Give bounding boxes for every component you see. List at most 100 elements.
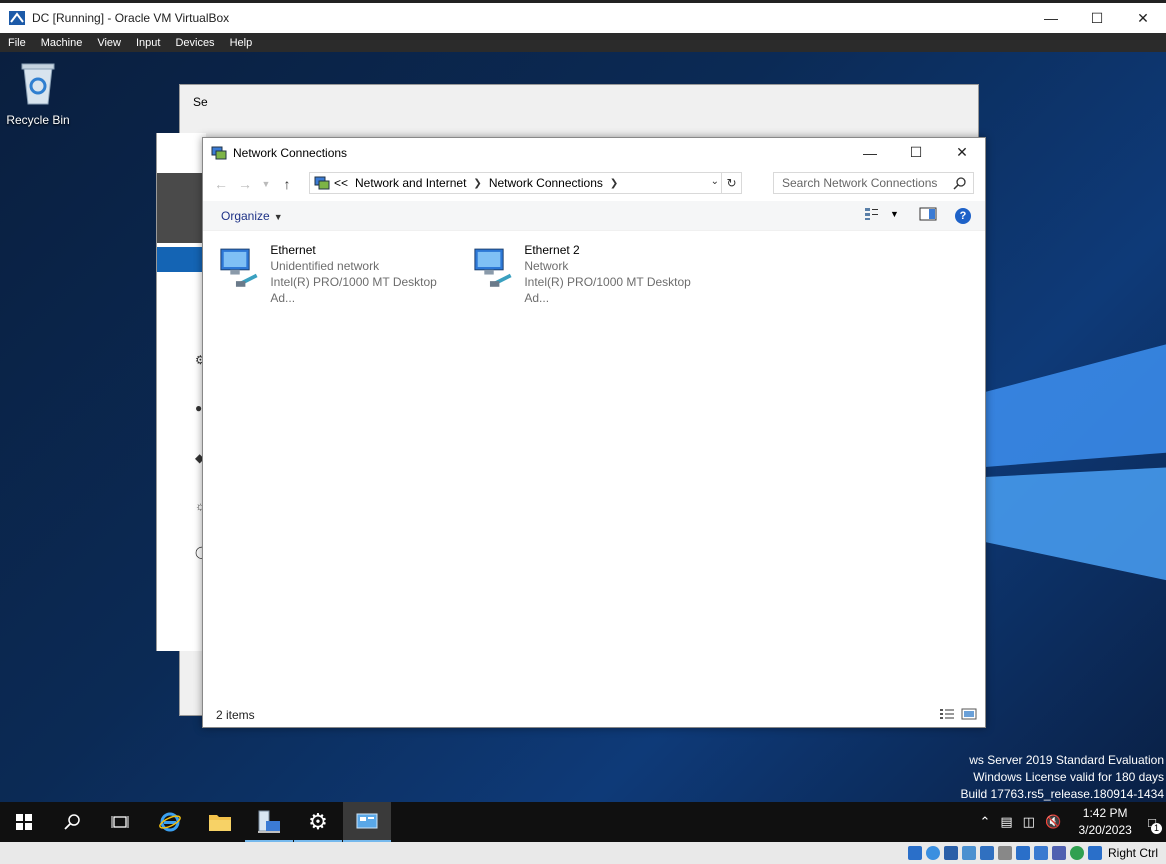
organize-caret-icon: ▼: [273, 211, 283, 222]
menu-devices[interactable]: Devices: [167, 37, 221, 49]
address-bar[interactable]: << Network and Internet ❯ Network Connec…: [309, 172, 742, 194]
virtualbox-status-bar: Right Ctrl: [0, 842, 1166, 864]
view-dropdown-icon[interactable]: ▼: [890, 209, 899, 219]
menu-file[interactable]: File: [0, 37, 33, 49]
preview-pane-button[interactable]: [919, 207, 937, 221]
host-maximize-button[interactable]: ☐: [1074, 3, 1120, 33]
notification-badge: 1: [1151, 822, 1162, 834]
recent-locations-chevron-icon[interactable]: ▼: [257, 179, 275, 189]
internet-explorer-icon: [159, 812, 181, 832]
network-adapter-icon: [474, 248, 512, 287]
forward-arrow-icon[interactable]: →: [233, 176, 257, 192]
start-button[interactable]: [0, 802, 48, 842]
maximize-button[interactable]: ☐: [893, 138, 939, 167]
search-box[interactable]: Search Network Connections: [773, 172, 974, 194]
network-adapter-icon: [220, 248, 258, 287]
search-icon: [64, 814, 80, 830]
windows-watermark: ws Server 2019 Standard Evaluation Windo…: [960, 753, 1165, 801]
search-placeholder: Search Network Connections: [782, 176, 938, 190]
network-status-icon[interactable]: ◫: [1023, 814, 1035, 830]
settings-button[interactable]: ⚙: [294, 802, 342, 842]
connections-list: Ethernet Unidentified network Intel(R) P…: [203, 234, 985, 704]
cpu-icon[interactable]: [1051, 846, 1066, 860]
virtualbox-menu-bar: File Machine View Input Devices Help: [0, 33, 1166, 52]
recycle-bin-shortcut[interactable]: Recycle Bin: [6, 60, 70, 127]
background-server-manager-window[interactable]: ⚙ ● ◆ ☼ ◯: [156, 133, 208, 651]
recording-icon[interactable]: [1033, 846, 1048, 860]
minimize-button[interactable]: —: [847, 138, 893, 167]
connection-name: Ethernet 2: [524, 243, 580, 257]
search-icon: [953, 177, 966, 190]
breadcrumb-network-and-internet[interactable]: Network and Internet: [355, 176, 466, 190]
clock[interactable]: 1:42 PM 3/20/2023: [1070, 805, 1140, 839]
search-taskbar-button[interactable]: [48, 802, 96, 842]
network-connections-taskbar-button[interactable]: [343, 802, 391, 842]
volume-muted-icon[interactable]: 🔇: [1045, 814, 1061, 830]
breadcrumb-overflow[interactable]: <<: [334, 176, 348, 190]
folder-icon: [209, 815, 231, 831]
breadcrumb-chevron-icon[interactable]: ❯: [610, 178, 618, 189]
virtualbox-title-bar: DC [Running] - Oracle VM VirtualBox — ☐ …: [0, 0, 1166, 33]
network-icon[interactable]: [961, 846, 976, 860]
windows-wallpaper-logo: [985, 344, 1166, 581]
menu-input[interactable]: Input: [128, 37, 167, 49]
usb-icon[interactable]: [979, 846, 994, 860]
task-view-button[interactable]: [96, 802, 144, 842]
connection-adapter: Intel(R) PRO/1000 MT Desktop Ad...: [524, 275, 691, 305]
device-icon[interactable]: ▤: [1000, 814, 1012, 830]
breadcrumb-chevron-icon[interactable]: ❯: [473, 178, 481, 189]
breadcrumb-network-connections[interactable]: Network Connections: [489, 176, 603, 190]
mouse-integration-icon[interactable]: [1069, 846, 1084, 860]
connection-name: Ethernet: [270, 243, 316, 257]
connection-ethernet-2[interactable]: Ethernet 2 Network Intel(R) PRO/1000 MT …: [457, 242, 707, 305]
menu-machine[interactable]: Machine: [33, 37, 90, 49]
audio-icon[interactable]: [943, 846, 958, 860]
server-manager-button[interactable]: [245, 802, 293, 842]
optical-drive-icon[interactable]: [925, 846, 940, 860]
network-connections-window[interactable]: Network Connections — ☐ ✕ ← → ▼ ↑ << Net…: [202, 137, 986, 728]
up-arrow-icon[interactable]: ↑: [275, 176, 299, 192]
location-icon: [314, 176, 330, 190]
shared-folders-icon[interactable]: [997, 846, 1012, 860]
chevron-up-icon[interactable]: ⌃: [979, 814, 990, 830]
preview-pane-icon: [919, 207, 937, 221]
window-title-bar: Network Connections — ☐ ✕: [203, 138, 985, 167]
background-window-title: Se: [193, 95, 208, 109]
virtualbox-icon: [9, 11, 25, 25]
host-minimize-button[interactable]: —: [1028, 3, 1074, 33]
hard-disk-icon[interactable]: [907, 846, 922, 860]
system-tray: ⌃ ▤ ◫ 🔇 1:42 PM 3/20/2023 □ 1: [974, 802, 1166, 842]
refresh-icon[interactable]: ↻: [721, 173, 741, 193]
windows-start-icon: [16, 814, 32, 830]
display-icon[interactable]: [1015, 846, 1030, 860]
navigation-bar: ← → ▼ ↑ << Network and Internet ❯ Networ…: [203, 167, 985, 201]
change-view-button[interactable]: ▼: [864, 207, 899, 221]
recycle-bin-label: Recycle Bin: [6, 113, 70, 127]
control-panel-icon: [356, 813, 378, 829]
close-button[interactable]: ✕: [939, 138, 985, 167]
keyboard-icon[interactable]: [1087, 846, 1102, 860]
server-manager-icon: [258, 810, 280, 833]
command-bar: Organize ▼ ▼ ?: [203, 201, 985, 231]
clock-time: 1:42 PM: [1082, 806, 1128, 820]
host-key-label: Right Ctrl: [1107, 846, 1158, 860]
internet-explorer-button[interactable]: [146, 802, 194, 842]
status-bar: 2 items: [203, 703, 985, 727]
help-icon[interactable]: ?: [955, 208, 971, 224]
connection-adapter: Intel(R) PRO/1000 MT Desktop Ad...: [270, 275, 437, 305]
connection-status: Network: [524, 259, 569, 273]
menu-view[interactable]: View: [89, 37, 128, 49]
connection-ethernet[interactable]: Ethernet Unidentified network Intel(R) P…: [203, 242, 453, 305]
file-explorer-button[interactable]: [196, 802, 244, 842]
task-view-icon: [111, 816, 129, 828]
organize-button[interactable]: Organize ▼: [221, 209, 283, 223]
host-close-button[interactable]: ✕: [1120, 3, 1166, 33]
details-view-icon[interactable]: [939, 708, 955, 720]
back-arrow-icon[interactable]: ←: [209, 176, 233, 192]
item-count: 2 items: [216, 708, 255, 722]
window-title: Network Connections: [233, 145, 348, 160]
large-icons-view-icon[interactable]: [961, 708, 977, 720]
address-dropdown-icon[interactable]: ⌄: [711, 176, 719, 187]
notification-center-icon[interactable]: □ 1: [1148, 815, 1162, 834]
menu-help[interactable]: Help: [222, 37, 260, 49]
